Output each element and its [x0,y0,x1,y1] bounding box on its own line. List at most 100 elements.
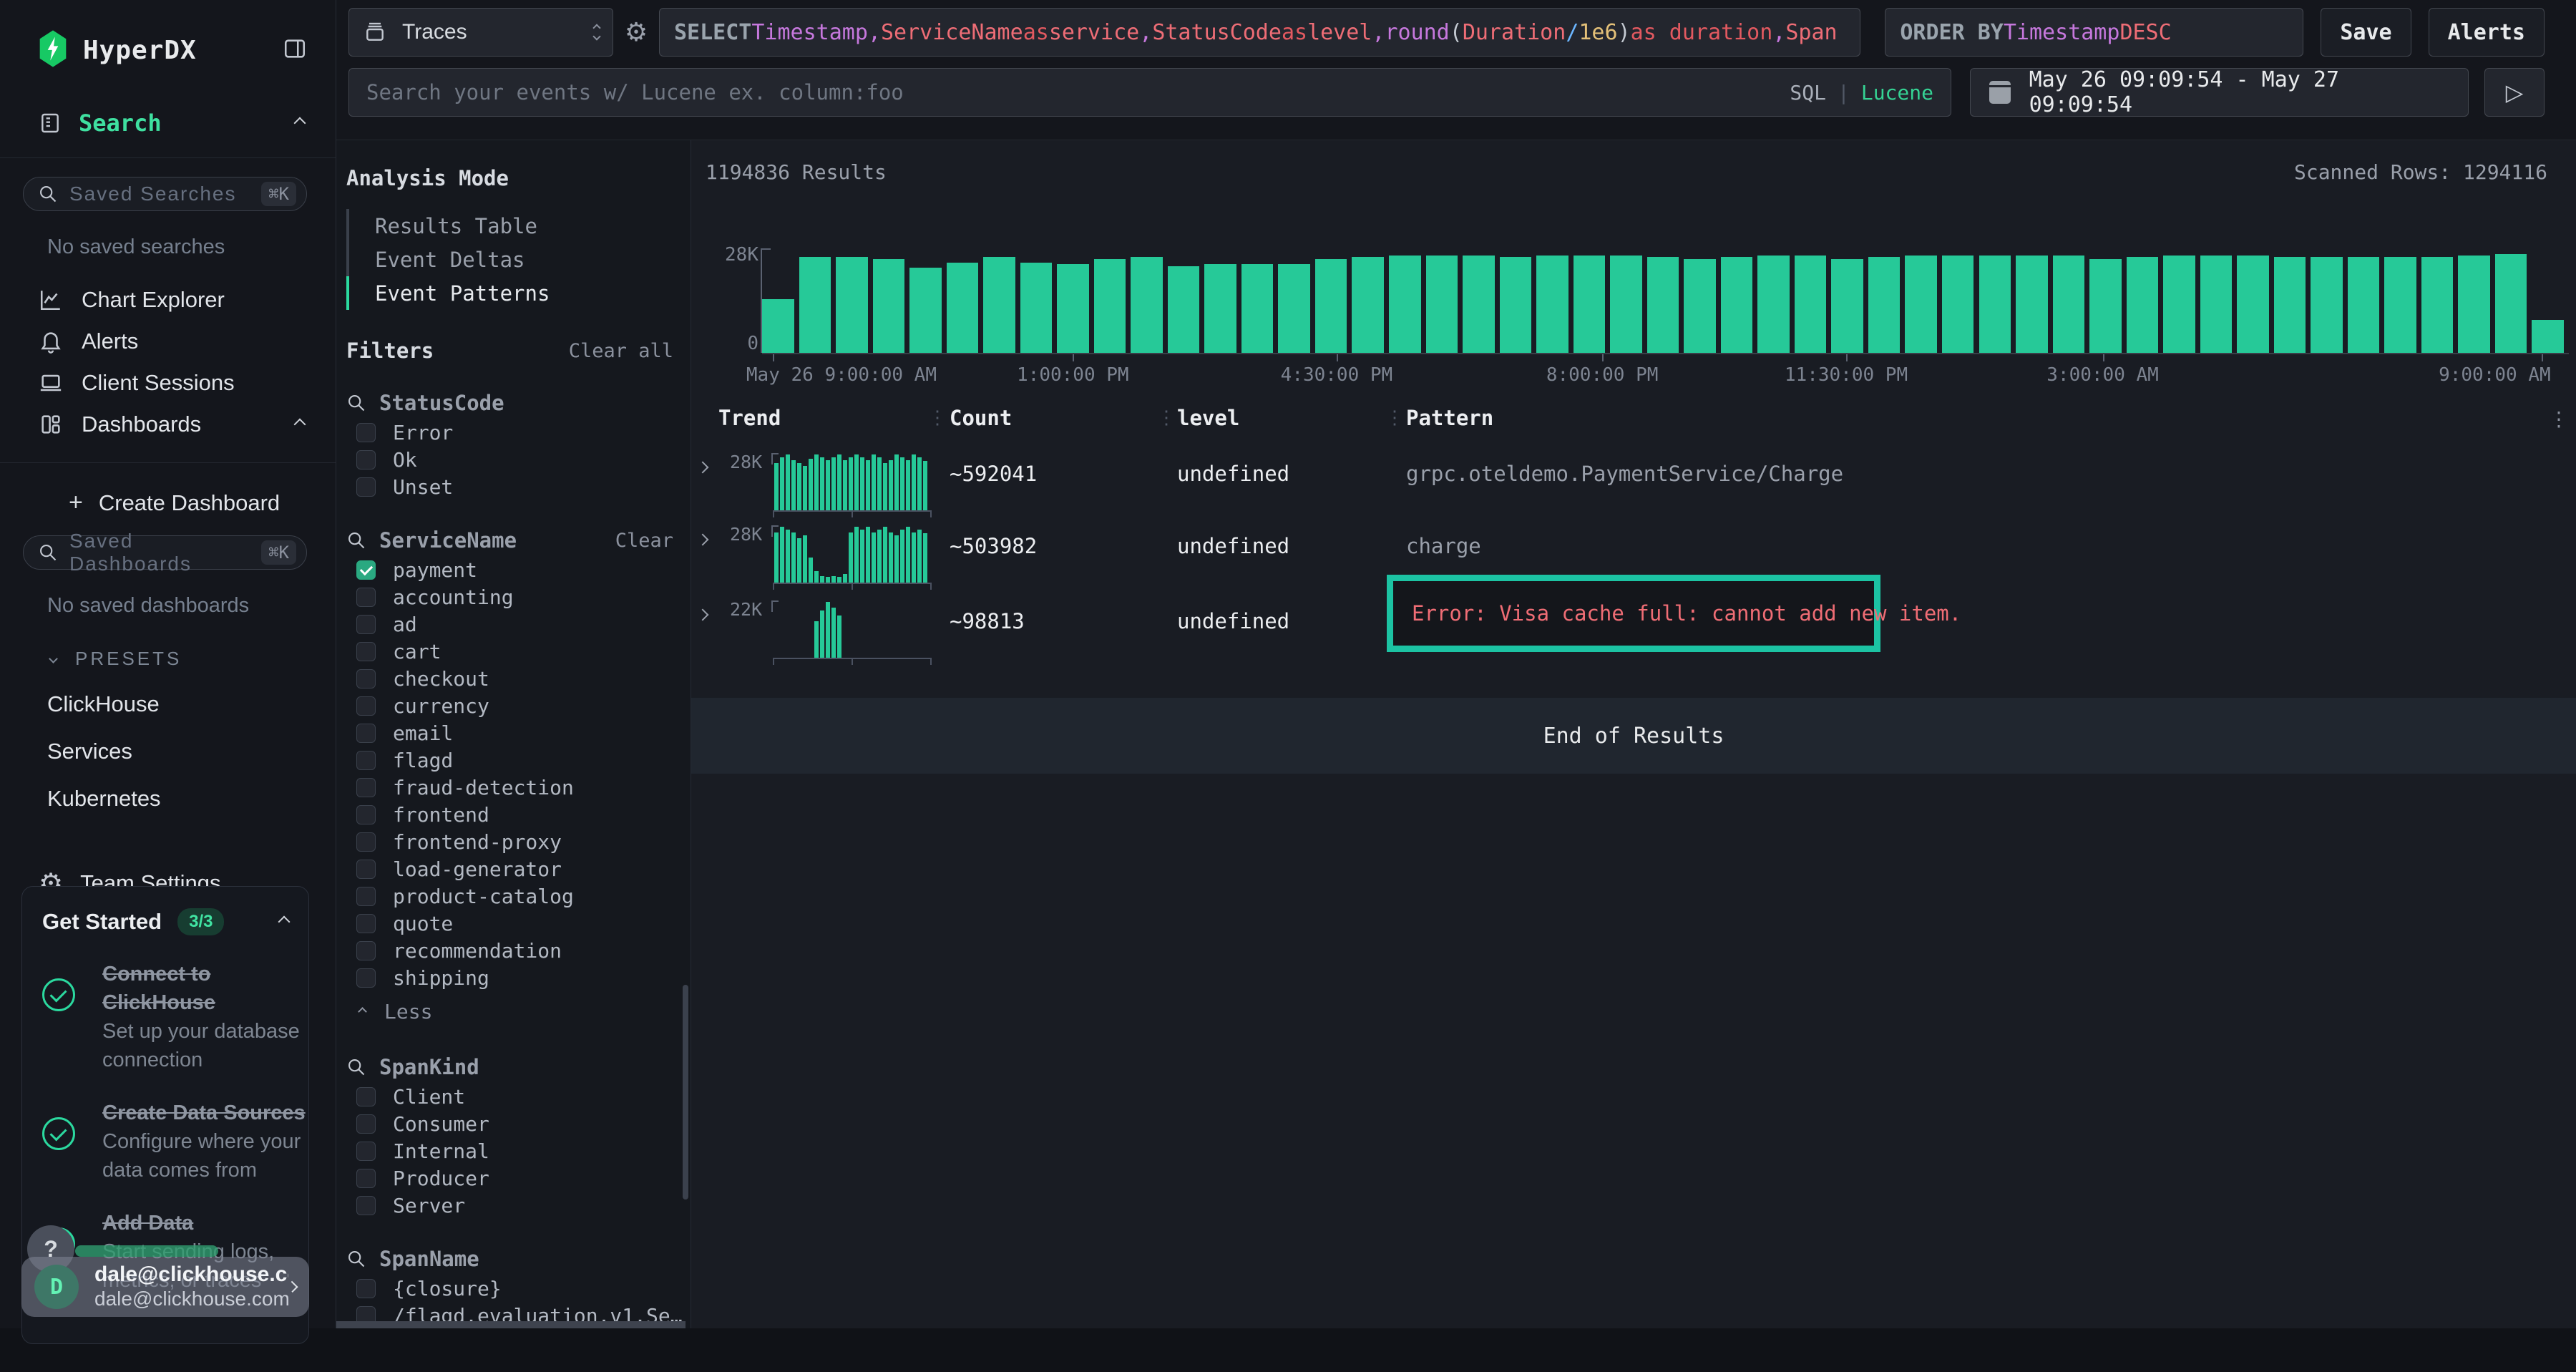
filter-option-internal[interactable]: Internal [346,1137,673,1164]
filter-option-email[interactable]: email [346,719,673,746]
filters-vertical-scrollbar[interactable] [683,985,688,1200]
hyperdx-logo-icon[interactable] [37,29,69,72]
run-query-button[interactable]: ▷ [2484,68,2545,117]
filter-option-error[interactable]: Error [346,419,673,446]
get-started-item[interactable]: Connect to ClickHouse Set up your databa… [42,960,288,1074]
chevron-up-icon[interactable] [294,117,306,130]
row-expand-chevron-icon[interactable] [697,609,709,621]
column-header-level[interactable]: level [1177,406,1239,430]
filter-option-quote[interactable]: quote [346,910,673,937]
saved-dashboards-input[interactable]: Saved Dashboards ⌘K [23,535,307,570]
filter-option-currency[interactable]: currency [346,692,673,719]
checkbox-checked[interactable] [356,560,376,580]
column-resize-handle[interactable]: ⋮ [1385,407,1404,429]
sidebar-item-dashboards[interactable]: Dashboards [39,404,304,445]
filter-option-ok[interactable]: Ok [346,446,673,473]
get-started-item[interactable]: Create Data Sources Configure where your… [42,1099,288,1184]
filter-option-fraud-detection[interactable]: fraud-detection [346,774,673,801]
filter-option-cart[interactable]: cart [346,638,673,665]
filter-option-recommendation[interactable]: recommendation [346,937,673,964]
checkbox[interactable] [356,696,376,716]
filter-option-producer[interactable]: Producer [346,1164,673,1192]
sidebar-item-alerts[interactable]: Alerts [39,321,304,362]
filter-option-payment[interactable]: payment [346,556,673,583]
checkbox[interactable] [356,642,376,661]
filter-option-shipping[interactable]: shipping [346,964,673,991]
row-expand-chevron-icon[interactable] [697,534,709,546]
checkbox[interactable] [356,1169,376,1188]
saved-searches-input[interactable]: Saved Searches ⌘K [23,177,307,211]
pattern-cell[interactable]: charge [1406,534,1481,558]
checkbox[interactable] [356,968,376,988]
search-icon[interactable] [346,1057,366,1077]
table-options-icon[interactable]: ⋮ [2549,407,2569,431]
sidebar-item-chart-explorer[interactable]: Chart Explorer [39,279,304,321]
sql-select-editor[interactable]: SELECT Timestamp, ServiceName as service… [659,8,1860,57]
column-header-trend[interactable]: Trend [718,406,781,430]
create-dashboard-button[interactable]: + Create Dashboard [69,489,336,517]
search-input[interactable]: Search your events w/ Lucene ex. column:… [348,68,1951,117]
filters-horizontal-scrollbar[interactable] [336,1321,686,1328]
checkbox[interactable] [356,477,376,497]
filter-option-frontend-proxy[interactable]: frontend-proxy [346,828,673,855]
checkbox[interactable] [356,1114,376,1134]
source-select[interactable]: Traces [348,8,613,57]
checkbox[interactable] [356,832,376,852]
filter-option-product-catalog[interactable]: product-catalog [346,882,673,910]
order-by-editor[interactable]: ORDER BY Timestamp DESC [1885,8,2303,57]
language-sql-toggle[interactable]: SQL [1790,81,1826,104]
sidebar-item-search[interactable]: Search [39,106,304,140]
chevron-up-icon[interactable] [278,916,291,928]
sidebar-collapse-icon[interactable] [283,37,307,64]
preset-clickhouse[interactable]: ClickHouse [47,691,336,717]
column-resize-handle[interactable]: ⋮ [928,407,947,429]
filter-option-flagd[interactable]: flagd [346,746,673,774]
checkbox[interactable] [356,1279,376,1298]
sidebar-item-client-sessions[interactable]: Client Sessions [39,362,304,404]
source-settings-gear-icon[interactable]: ⚙ [613,18,659,47]
filter-option-server[interactable]: Server [346,1192,673,1219]
checkbox[interactable] [356,724,376,743]
checkbox[interactable] [356,669,376,689]
analysis-mode-event-deltas[interactable]: Event Deltas [346,243,673,276]
presets-toggle[interactable]: PRESETS [50,648,336,670]
preset-kubernetes[interactable]: Kubernetes [47,786,336,812]
checkbox[interactable] [356,450,376,470]
chevron-up-icon[interactable] [294,419,306,431]
user-menu[interactable]: D dale@clickhouse.com dale@clickhouse.co… [21,1257,309,1317]
filter-option-ad[interactable]: ad [346,610,673,638]
column-header-count[interactable]: Count [950,406,1012,430]
save-button[interactable]: Save [2321,8,2411,57]
checkbox[interactable] [356,860,376,879]
checkbox[interactable] [356,588,376,607]
row-expand-chevron-icon[interactable] [697,462,709,474]
checkbox[interactable] [356,805,376,824]
date-range-picker[interactable]: May 26 09:09:54 - May 27 09:09:54 [1970,68,2469,117]
analysis-mode-results-table[interactable]: Results Table [346,209,673,243]
checkbox[interactable] [356,615,376,634]
language-lucene-toggle[interactable]: Lucene [1861,81,1933,104]
pattern-cell[interactable]: grpc.oteldemo.PaymentService/Charge [1406,462,1843,486]
search-icon[interactable] [346,530,366,550]
checkbox[interactable] [356,1142,376,1161]
clear-all-button[interactable]: Clear all [569,340,673,362]
alerts-button[interactable]: Alerts [2429,8,2545,57]
filter-option-unset[interactable]: Unset [346,473,673,500]
search-icon[interactable] [346,1249,366,1269]
checkbox[interactable] [356,423,376,442]
filter-clear-button[interactable]: Clear [615,530,673,552]
checkbox[interactable] [356,914,376,933]
checkbox[interactable] [356,941,376,960]
preset-services[interactable]: Services [47,739,336,764]
filter-option-accounting[interactable]: accounting [346,583,673,610]
column-header-pattern[interactable]: Pattern [1406,406,1493,430]
analysis-mode-event-patterns[interactable]: Event Patterns [346,276,673,310]
search-icon[interactable] [346,393,366,413]
selected-pattern-box[interactable]: Error: Visa cache full: cannot add new i… [1387,575,1880,652]
filter-option--closure-[interactable]: {closure} [346,1275,673,1302]
filter-option-load-generator[interactable]: load-generator [346,855,673,882]
filter-option-consumer[interactable]: Consumer [346,1110,673,1137]
checkbox[interactable] [356,751,376,770]
app-title[interactable]: HyperDX [83,36,197,65]
show-less-toggle[interactable]: Less [346,996,673,1027]
